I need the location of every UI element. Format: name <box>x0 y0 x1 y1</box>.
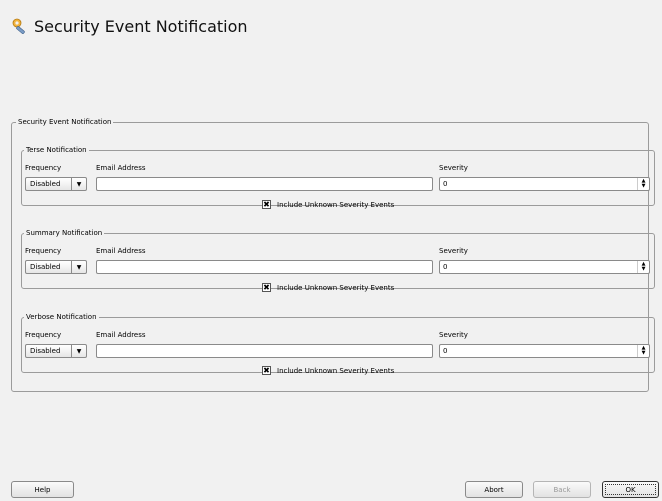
checkbox-checked-icon[interactable]: ✖ <box>262 366 271 375</box>
frequency-value: Disabled <box>30 263 61 271</box>
terse-notification-group: Terse Notification <box>21 146 655 206</box>
severity-label: Severity <box>439 247 468 255</box>
chevron-down-icon[interactable]: ▼ <box>72 181 86 188</box>
frame-legend: Security Event Notification <box>18 118 112 126</box>
frequency-label: Frequency <box>25 164 62 172</box>
spin-arrows-icon[interactable]: ▲ ▼ <box>637 178 649 190</box>
checkbox-checked-icon[interactable]: ✖ <box>262 283 271 292</box>
frequency-value: Disabled <box>30 347 61 355</box>
frequency-value: Disabled <box>30 180 61 188</box>
back-button[interactable]: Back <box>533 481 591 498</box>
severity-value: 0 <box>443 347 448 355</box>
chevron-down-icon[interactable]: ▼ <box>72 264 86 271</box>
ok-button[interactable]: OK <box>602 481 659 498</box>
checkbox-label: Include Unknown Severity Events <box>277 366 395 375</box>
severity-spinbox[interactable]: 0 ▲ ▼ <box>439 344 650 358</box>
frequency-select[interactable]: Disabled ▼ <box>25 177 87 191</box>
checkbox-label: Include Unknown Severity Events <box>277 283 395 292</box>
severity-spinbox[interactable]: 0 ▲ ▼ <box>439 177 650 191</box>
group-legend: Summary Notification <box>26 229 103 237</box>
include-unknown-checkbox[interactable]: ✖ Include Unknown Severity Events <box>262 283 394 292</box>
group-legend: Verbose Notification <box>26 313 97 321</box>
email-label: Email Address <box>96 164 146 172</box>
severity-label: Severity <box>439 164 468 172</box>
email-label: Email Address <box>96 331 146 339</box>
email-label: Email Address <box>96 247 146 255</box>
email-field[interactable] <box>96 344 433 358</box>
severity-label: Severity <box>439 331 468 339</box>
frequency-select[interactable]: Disabled ▼ <box>25 260 87 274</box>
email-field[interactable] <box>96 177 433 191</box>
spin-arrows-icon[interactable]: ▲ ▼ <box>637 261 649 273</box>
frequency-label: Frequency <box>25 331 62 339</box>
page-header: Security Event Notification <box>12 14 248 38</box>
chevron-down-icon[interactable]: ▼ <box>72 348 86 355</box>
severity-value: 0 <box>443 180 448 188</box>
spin-arrows-icon[interactable]: ▲ ▼ <box>637 345 649 357</box>
checkbox-checked-icon[interactable]: ✖ <box>262 200 271 209</box>
summary-notification-group: Summary Notification <box>21 229 655 289</box>
wrench-tools-icon <box>12 18 28 34</box>
page-title: Security Event Notification <box>34 16 248 36</box>
email-field[interactable] <box>96 260 433 274</box>
abort-button[interactable]: Abort <box>465 481 523 498</box>
group-legend: Terse Notification <box>26 146 87 154</box>
include-unknown-checkbox[interactable]: ✖ Include Unknown Severity Events <box>262 200 394 209</box>
help-button[interactable]: Help <box>11 481 74 498</box>
verbose-notification-group: Verbose Notification <box>21 313 655 373</box>
frequency-select[interactable]: Disabled ▼ <box>25 344 87 358</box>
include-unknown-checkbox[interactable]: ✖ Include Unknown Severity Events <box>262 366 394 375</box>
checkbox-label: Include Unknown Severity Events <box>277 200 395 209</box>
severity-value: 0 <box>443 263 448 271</box>
severity-spinbox[interactable]: 0 ▲ ▼ <box>439 260 650 274</box>
frequency-label: Frequency <box>25 247 62 255</box>
